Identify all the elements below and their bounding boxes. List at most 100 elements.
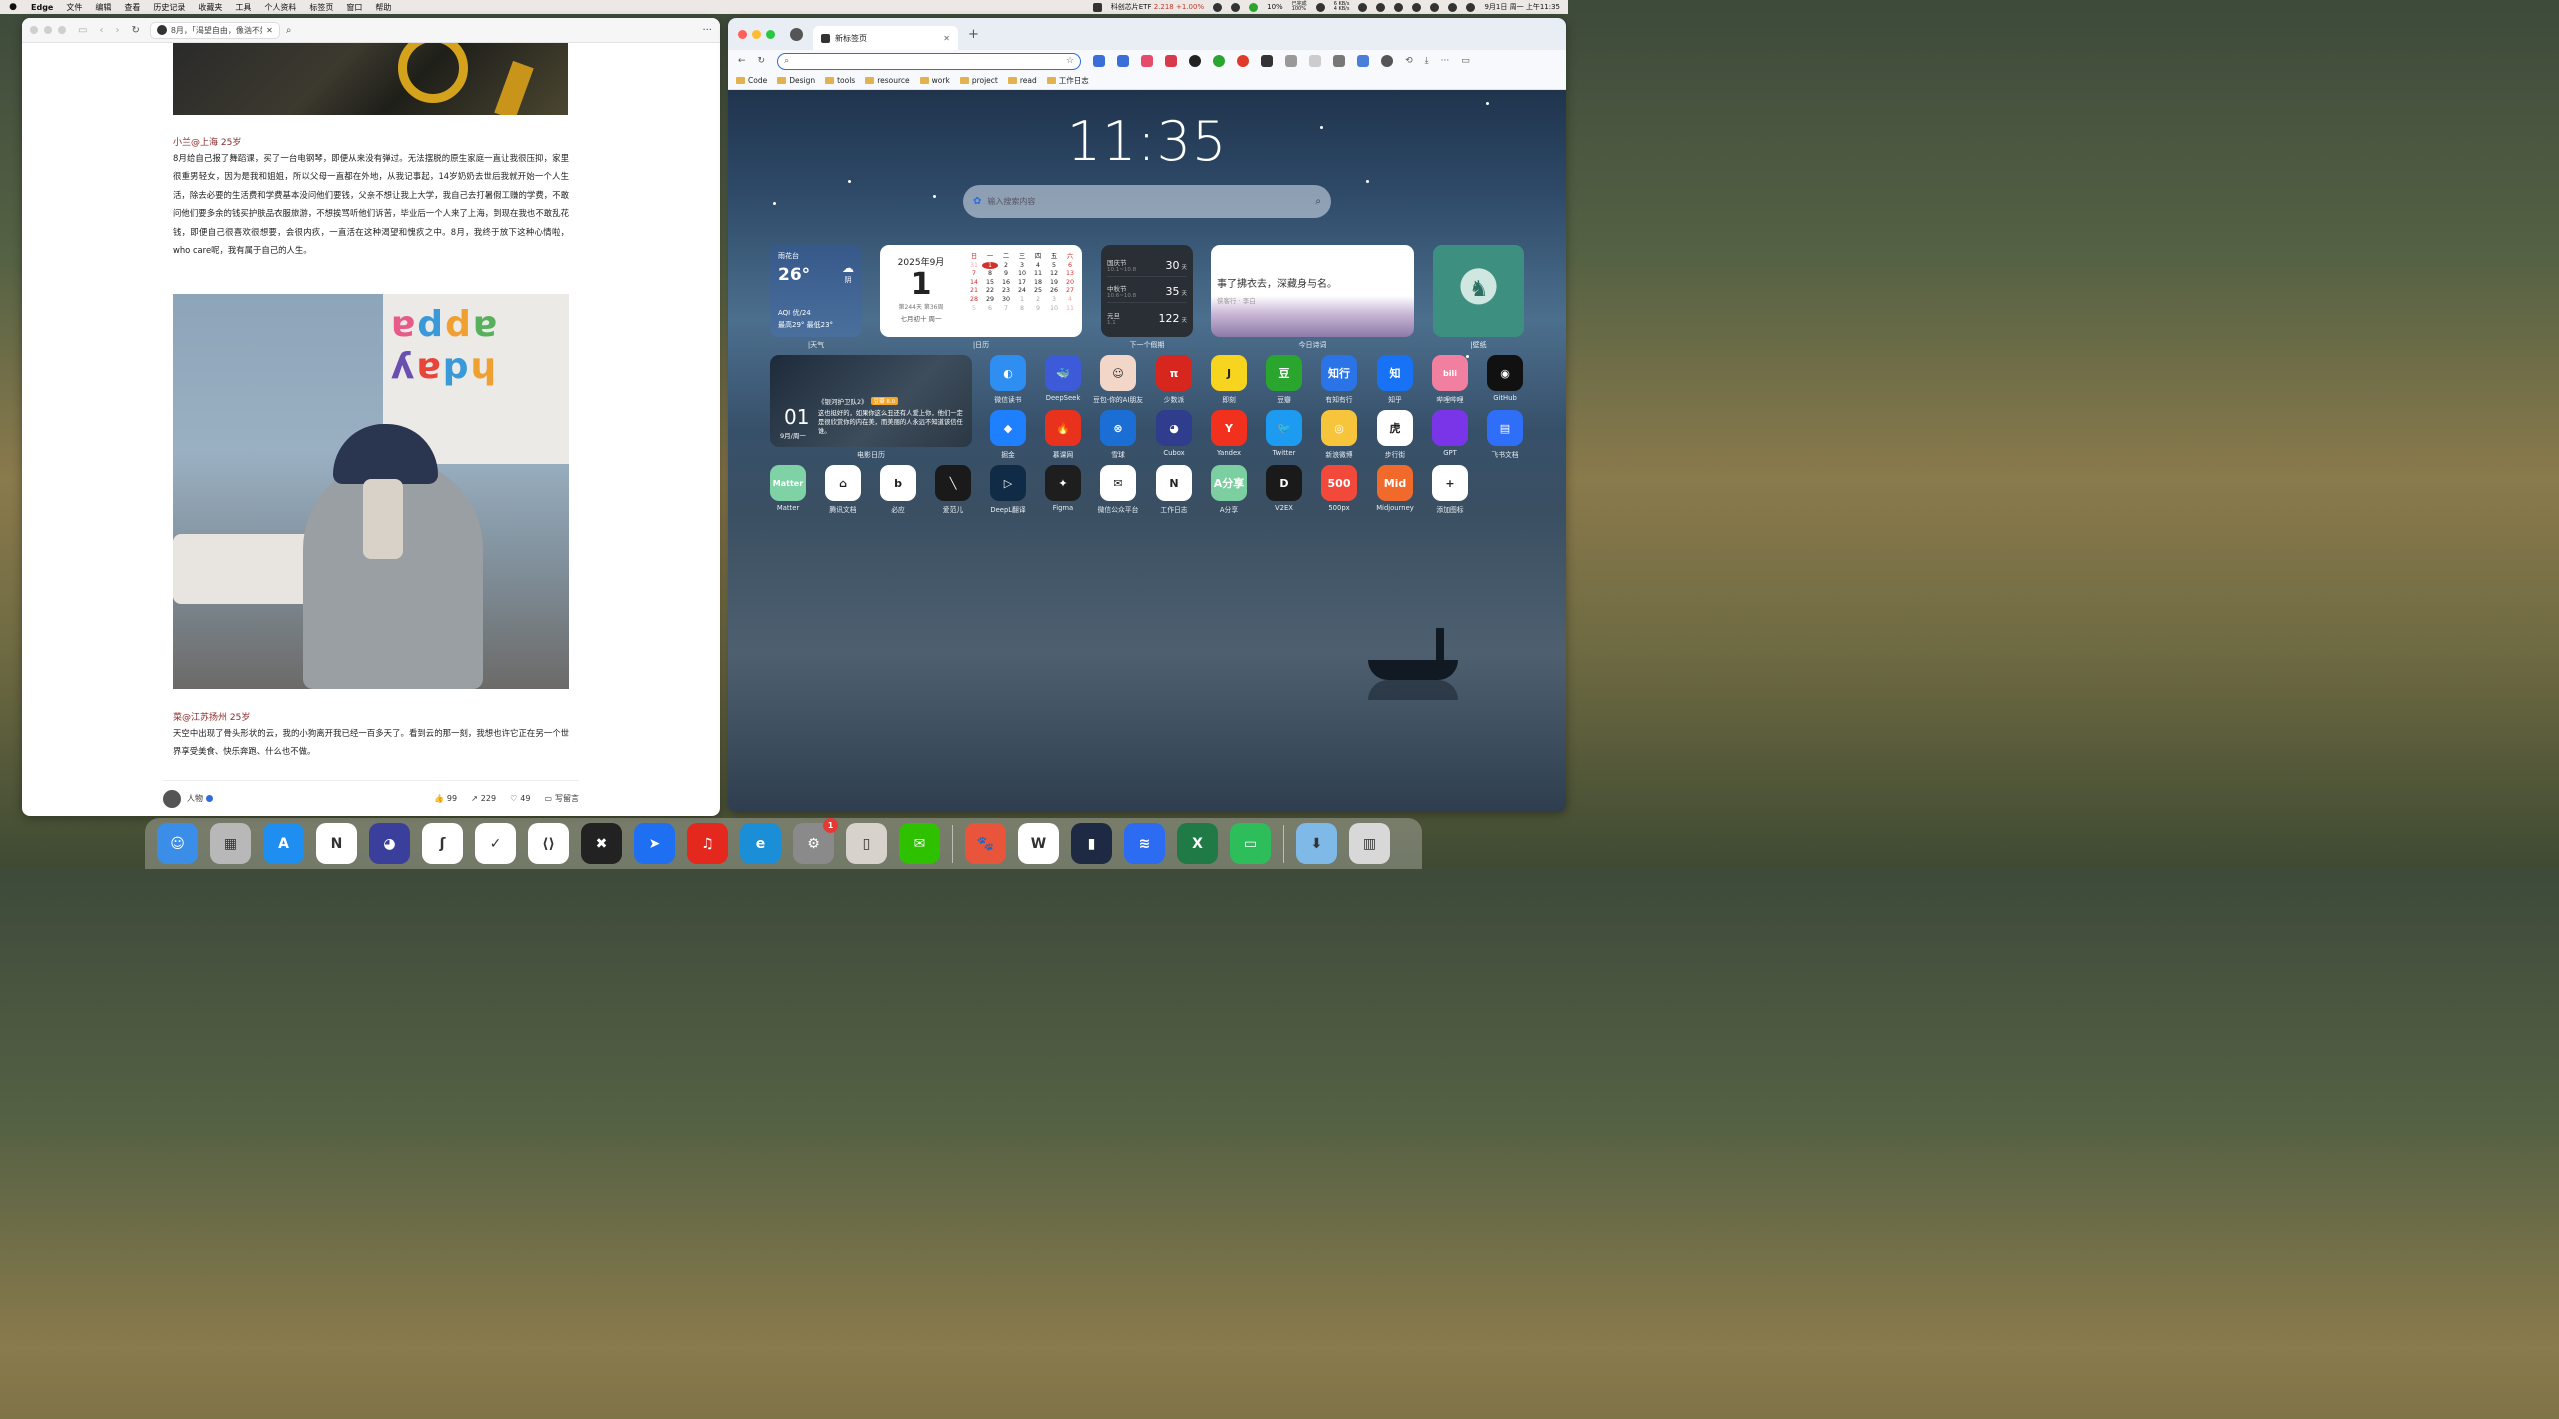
back-icon[interactable]: ‹ xyxy=(99,25,103,36)
share-button[interactable]: ↗ 229 xyxy=(471,794,496,803)
app-shortcut[interactable]: ◎ xyxy=(1321,410,1357,446)
zoom-button[interactable] xyxy=(58,26,66,34)
dock-app-icon[interactable]: ⟨⟩ xyxy=(528,823,569,864)
extension-icon[interactable] xyxy=(1381,55,1394,67)
lightning-icon[interactable] xyxy=(1315,2,1325,12)
bookmark-item[interactable]: resource xyxy=(865,76,910,85)
calendar-day[interactable]: 25 xyxy=(1030,287,1046,294)
extension-icon[interactable] xyxy=(1165,55,1178,67)
app-shortcut[interactable]: ▤ xyxy=(1487,410,1523,446)
dock-app-icon[interactable]: ✖ xyxy=(581,823,622,864)
calendar-day[interactable]: 4 xyxy=(1030,262,1046,269)
menu-item[interactable]: 收藏夹 xyxy=(198,2,222,13)
app-shortcut[interactable]: ✉ xyxy=(1100,465,1136,501)
app-shortcut[interactable]: ⊗ xyxy=(1100,410,1136,446)
calendar-day[interactable]: 9 xyxy=(998,270,1014,277)
more-icon[interactable]: ··· xyxy=(1441,56,1450,66)
extension-icon[interactable] xyxy=(1333,55,1346,67)
dock-app-icon[interactable]: ✉ xyxy=(899,823,940,864)
apple-icon[interactable]: ● xyxy=(8,2,18,12)
new-tab[interactable]: 新标签页 ✕ xyxy=(813,26,958,50)
app-shortcut[interactable]: ▷ xyxy=(990,465,1026,501)
app-shortcut[interactable]: ◉ xyxy=(1487,355,1523,391)
forward-icon[interactable]: › xyxy=(115,25,119,36)
extension-icon[interactable] xyxy=(1309,55,1322,67)
calendar-day[interactable]: 18 xyxy=(1030,279,1046,286)
avatar[interactable] xyxy=(163,789,181,808)
tab-close-icon[interactable]: ✕ xyxy=(266,26,273,35)
calendar-day[interactable]: 9 xyxy=(1030,305,1046,312)
app-shortcut[interactable]: 🔥 xyxy=(1045,410,1081,446)
bookmark-item[interactable]: read xyxy=(1007,76,1037,85)
calendar-day[interactable]: 20 xyxy=(1062,279,1078,286)
play-icon[interactable] xyxy=(1358,2,1368,12)
extension-icon[interactable] xyxy=(1237,55,1250,67)
dock-app-icon[interactable]: ▮ xyxy=(1071,823,1112,864)
like-button[interactable]: 👍 99 xyxy=(434,794,457,803)
menu-item[interactable]: 查看 xyxy=(124,2,140,13)
app-shortcut[interactable] xyxy=(1432,410,1468,446)
calendar-day[interactable]: 16 xyxy=(998,279,1014,286)
back-icon[interactable]: ← xyxy=(738,56,746,66)
sidebar-toggle-icon[interactable]: ▭ xyxy=(78,25,87,36)
app-shortcut[interactable]: ◆ xyxy=(990,410,1026,446)
calendar-day[interactable]: 15 xyxy=(982,279,998,286)
calendar-day[interactable]: 17 xyxy=(1014,279,1030,286)
calendar-day[interactable]: 8 xyxy=(1014,305,1030,312)
calendar-day[interactable]: 27 xyxy=(1062,287,1078,294)
app-shortcut[interactable]: ╲ xyxy=(935,465,971,501)
app-shortcut[interactable]: 知 xyxy=(1377,355,1413,391)
calendar-day[interactable]: 29 xyxy=(982,296,998,303)
calendar-day[interactable]: 10 xyxy=(1014,270,1030,277)
calendar-day[interactable]: 10 xyxy=(1046,305,1062,312)
extension-icon[interactable] xyxy=(1189,55,1202,67)
app-shortcut[interactable]: D xyxy=(1266,465,1302,501)
close-button[interactable] xyxy=(30,26,38,34)
profile-avatar[interactable] xyxy=(790,27,803,41)
dock-app-icon[interactable]: ▦ xyxy=(210,823,251,864)
calendar-day[interactable]: 7 xyxy=(966,270,982,277)
app-shortcut[interactable]: Matter xyxy=(770,465,806,501)
app-shortcut[interactable]: J xyxy=(1211,355,1247,391)
address-bar[interactable]: ⌕ ☆ xyxy=(777,52,1082,70)
calendar-day[interactable]: 1 xyxy=(982,261,998,269)
control-center-icon[interactable] xyxy=(1466,2,1476,12)
app-shortcut[interactable]: b xyxy=(880,465,916,501)
bookmark-item[interactable]: work xyxy=(919,76,950,85)
extension-icon[interactable] xyxy=(1141,55,1154,67)
calendar-day[interactable]: 31 xyxy=(966,262,982,269)
article-tab[interactable]: 8月，「渴望自由，像汹不好好 ✕ xyxy=(149,21,280,39)
calendar-day[interactable]: 23 xyxy=(998,287,1014,294)
star-icon[interactable]: ☆ xyxy=(1066,56,1074,66)
battery-percent[interactable]: 10% xyxy=(1267,3,1283,11)
dock-app-icon[interactable]: e xyxy=(740,823,781,864)
movie-calendar-widget[interactable]: 01 9月/周一 《银河护卫队2》 豆瓣 8.0 这也挺好的，如果你这么丑还有人爱… xyxy=(770,355,972,447)
calendar-day[interactable]: 3 xyxy=(1014,262,1030,269)
extension-icon[interactable] xyxy=(1261,55,1274,67)
app-shortcut[interactable]: ☺ xyxy=(1100,355,1136,391)
menu-item[interactable]: 工具 xyxy=(235,2,251,13)
app-shortcut[interactable]: + xyxy=(1432,465,1468,501)
dock-app-icon[interactable]: X xyxy=(1177,823,1218,864)
menu-item[interactable]: 窗口 xyxy=(346,2,362,13)
app-shortcut[interactable]: bili xyxy=(1432,355,1468,391)
account-name[interactable]: 人物 xyxy=(187,793,203,804)
baidu-paw-icon[interactable]: ✿ xyxy=(973,196,981,207)
menu-item[interactable]: 文件 xyxy=(66,2,82,13)
dock-app-icon[interactable]: ▥ xyxy=(1349,823,1390,864)
extension-icon[interactable] xyxy=(1285,55,1298,67)
bookmark-item[interactable]: Design xyxy=(777,76,815,85)
extension-icon[interactable] xyxy=(1213,55,1226,67)
dock-app-icon[interactable]: ▯ xyxy=(846,823,887,864)
ntp-search-box[interactable]: ✿ 输入搜索内容 ⌕ xyxy=(963,185,1331,218)
app-shortcut[interactable]: 豆 xyxy=(1266,355,1302,391)
dock-app-icon[interactable]: A xyxy=(263,823,304,864)
dock-app-icon[interactable]: ▭ xyxy=(1230,823,1271,864)
app-shortcut[interactable]: N xyxy=(1156,465,1192,501)
app-shortcut[interactable]: 🐳 xyxy=(1045,355,1081,391)
wifi-icon[interactable] xyxy=(1430,2,1440,12)
stock-ticker[interactable]: 科创芯片ETF 2.218 +1.00% xyxy=(1111,2,1204,12)
dock-app-icon[interactable]: ♫ xyxy=(687,823,728,864)
calendar-day[interactable]: 14 xyxy=(966,279,982,286)
calendar-day[interactable]: 12 xyxy=(1046,270,1062,277)
